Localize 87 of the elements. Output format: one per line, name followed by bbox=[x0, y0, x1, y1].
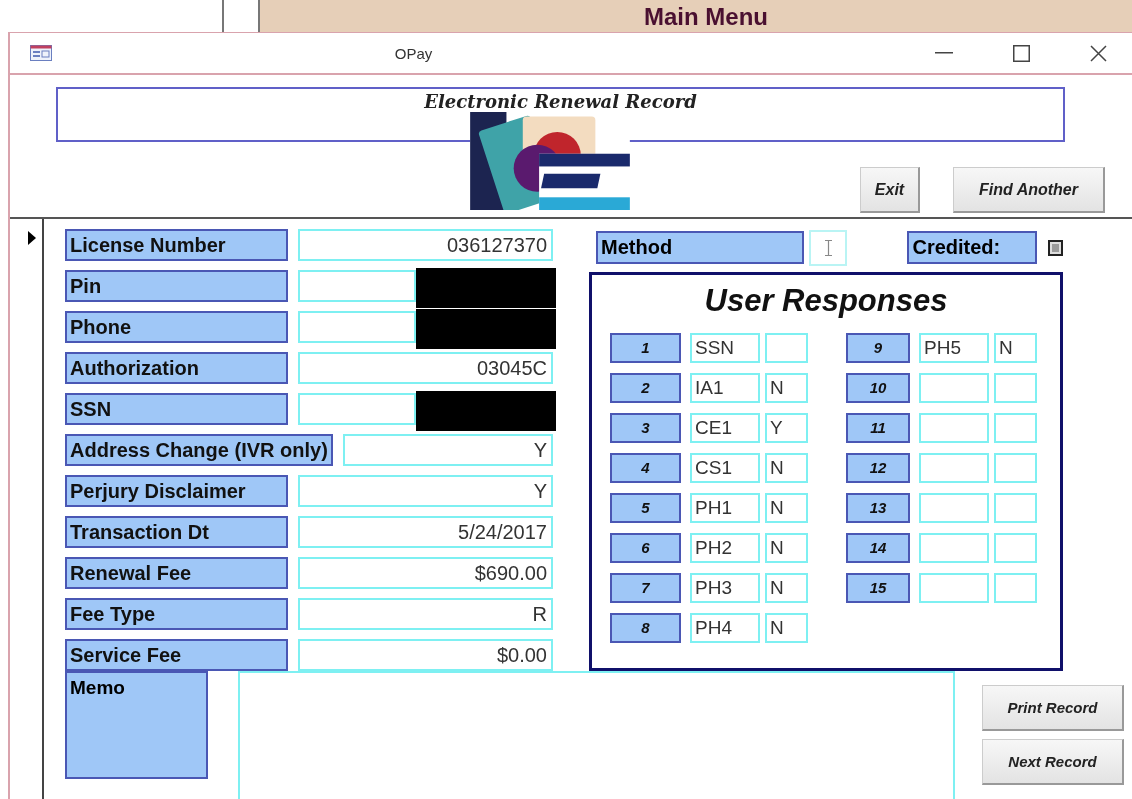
response-answer-field[interactable]: N bbox=[994, 333, 1037, 363]
text-field[interactable] bbox=[298, 393, 416, 425]
response-number: 1 bbox=[610, 333, 681, 363]
response-code-field[interactable]: PH4 bbox=[690, 613, 760, 643]
response-answer-field[interactable] bbox=[994, 453, 1037, 483]
field-label: Phone bbox=[65, 311, 288, 343]
response-code-field[interactable] bbox=[919, 453, 989, 483]
field-label: Fee Type bbox=[65, 598, 288, 630]
memo-field[interactable] bbox=[238, 671, 955, 799]
response-answer-field[interactable] bbox=[765, 333, 808, 363]
response-code-field[interactable]: PH3 bbox=[690, 573, 760, 603]
background-window-title: Main Menu bbox=[644, 2, 768, 32]
response-number: 11 bbox=[846, 413, 910, 443]
response-code-field[interactable]: IA1 bbox=[690, 373, 760, 403]
response-code-field[interactable]: PH2 bbox=[690, 533, 760, 563]
response-code-field[interactable]: CE1 bbox=[690, 413, 760, 443]
response-number: 13 bbox=[846, 493, 910, 523]
response-answer-field[interactable]: N bbox=[765, 573, 808, 603]
response-number: 14 bbox=[846, 533, 910, 563]
text-field[interactable]: R bbox=[298, 598, 553, 630]
text-field[interactable]: $0.00 bbox=[298, 639, 553, 671]
response-answer-field[interactable] bbox=[994, 573, 1037, 603]
response-code-field[interactable] bbox=[919, 533, 989, 563]
response-code-field[interactable] bbox=[919, 413, 989, 443]
method-field[interactable] bbox=[809, 229, 848, 266]
field-label: Perjury Disclaimer bbox=[65, 475, 288, 507]
credited-checkbox[interactable] bbox=[1047, 239, 1063, 256]
response-answer-field[interactable]: N bbox=[765, 373, 808, 403]
response-number: 3 bbox=[610, 413, 681, 443]
field-label: Transaction Dt bbox=[65, 516, 288, 548]
response-number: 4 bbox=[610, 453, 681, 483]
method-label: Method bbox=[596, 231, 805, 264]
text-cursor-icon bbox=[824, 239, 832, 256]
response-code-field[interactable]: PH1 bbox=[690, 493, 760, 523]
form-title: Electronic Renewal Record bbox=[424, 91, 697, 112]
text-field[interactable]: 03045C bbox=[298, 352, 553, 384]
response-answer-field[interactable]: N bbox=[765, 533, 808, 563]
credited-label: Credited: bbox=[907, 231, 1037, 264]
response-answer-field[interactable] bbox=[994, 413, 1037, 443]
text-field[interactable]: Y bbox=[298, 475, 553, 507]
field-label: Renewal Fee bbox=[65, 557, 288, 589]
response-number: 2 bbox=[610, 373, 681, 403]
response-answer-field[interactable]: N bbox=[765, 613, 808, 643]
find-another-button[interactable]: Find Another bbox=[953, 167, 1105, 213]
next-record-button[interactable]: Next Record bbox=[982, 739, 1124, 785]
response-number: 6 bbox=[610, 533, 681, 563]
text-field[interactable] bbox=[298, 311, 416, 343]
exit-button[interactable]: Exit bbox=[860, 167, 920, 213]
response-answer-field[interactable]: N bbox=[765, 493, 808, 523]
response-code-field[interactable]: CS1 bbox=[690, 453, 760, 483]
text-field[interactable]: Y bbox=[342, 434, 553, 466]
response-number: 15 bbox=[846, 573, 910, 603]
response-number: 5 bbox=[610, 493, 681, 523]
text-field[interactable]: 036127370 bbox=[298, 229, 553, 261]
response-answer-field[interactable] bbox=[994, 493, 1037, 523]
text-field[interactable] bbox=[298, 270, 416, 302]
window-title: OPay bbox=[393, 44, 434, 62]
response-number: 8 bbox=[610, 613, 681, 643]
response-code-field[interactable] bbox=[919, 493, 989, 523]
field-label: Address Change (IVR only) bbox=[65, 434, 333, 466]
response-number: 9 bbox=[846, 333, 910, 363]
panel-title: User Responses bbox=[704, 283, 948, 319]
field-label: License Number bbox=[65, 229, 288, 261]
maximize-icon[interactable] bbox=[1013, 44, 1030, 62]
response-code-field[interactable] bbox=[919, 573, 989, 603]
current-record-icon bbox=[28, 231, 36, 245]
field-label: Authorization bbox=[65, 352, 288, 384]
close-icon[interactable] bbox=[1090, 44, 1107, 62]
response-number: 12 bbox=[846, 453, 910, 483]
minimize-icon[interactable] bbox=[935, 52, 953, 54]
field-label: SSN bbox=[65, 393, 288, 425]
response-number: 7 bbox=[610, 573, 681, 603]
response-answer-field[interactable]: Y bbox=[765, 413, 808, 443]
form-icon bbox=[30, 45, 52, 61]
response-answer-field[interactable] bbox=[994, 373, 1037, 403]
field-label: Service Fee bbox=[65, 639, 288, 671]
field-label: Pin bbox=[65, 270, 288, 302]
text-field[interactable]: 5/24/2017 bbox=[298, 516, 553, 548]
response-code-field[interactable]: SSN bbox=[690, 333, 760, 363]
response-code-field[interactable]: PH5 bbox=[919, 333, 989, 363]
response-code-field[interactable] bbox=[919, 373, 989, 403]
print-record-button[interactable]: Print Record bbox=[982, 685, 1124, 731]
memo-label: Memo bbox=[65, 671, 208, 779]
response-answer-field[interactable]: N bbox=[765, 453, 808, 483]
text-field[interactable]: $690.00 bbox=[298, 557, 553, 589]
response-number: 10 bbox=[846, 373, 910, 403]
response-answer-field[interactable] bbox=[994, 533, 1037, 563]
